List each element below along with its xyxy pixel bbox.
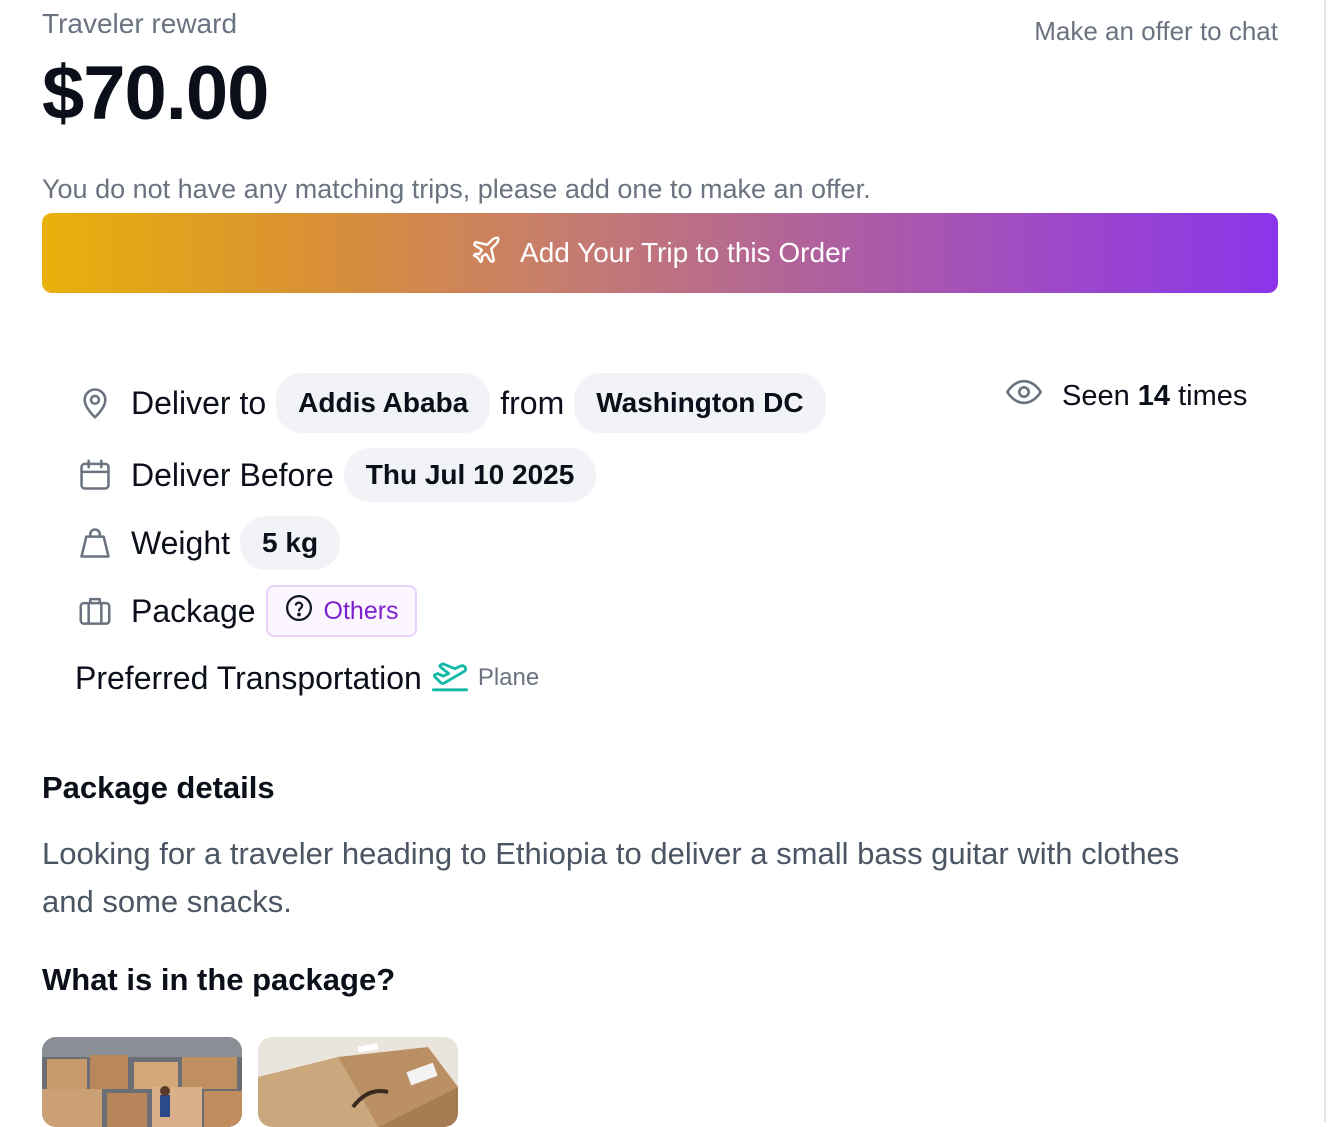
deliver-before-row: Deliver Before Thu Jul 10 2025	[75, 448, 606, 502]
make-offer-chat-link[interactable]: Make an offer to chat	[1034, 16, 1278, 47]
deliver-before-label: Deliver Before	[131, 456, 334, 493]
plane-icon	[470, 234, 502, 273]
package-image-1[interactable]	[42, 1037, 242, 1127]
transport-mode: Plane	[477, 664, 540, 691]
deliver-to-row: Deliver to Addis Ababa from Washington D…	[75, 373, 836, 433]
package-image-2[interactable]	[258, 1037, 458, 1127]
preferred-transportation: Preferred Transportation Plane	[75, 654, 539, 702]
transport-label: Preferred Transportation	[75, 659, 422, 696]
weight-value-pill: 5 kg	[240, 516, 341, 570]
add-trip-button-label: Add Your Trip to this Order	[520, 237, 850, 268]
package-details-heading: Package details	[42, 770, 275, 805]
from-label: from	[500, 384, 565, 421]
weight-row: Weight 5 kg	[75, 516, 350, 570]
origin-pill: Washington DC	[574, 373, 826, 433]
luggage-icon	[75, 591, 115, 631]
scrollbar-track	[1324, 0, 1326, 1122]
package-type-badge: Others	[265, 585, 417, 637]
calendar-icon	[75, 455, 115, 495]
package-contents-heading: What is in the package?	[42, 962, 396, 997]
reward-amount: $70.00	[42, 51, 269, 136]
package-label: Package	[131, 592, 256, 629]
weight-bag-icon	[75, 523, 115, 563]
view-count: Seen 14 times	[1004, 372, 1247, 420]
warehouse-boxes-photo	[42, 1037, 242, 1127]
eye-icon	[1004, 372, 1044, 420]
seen-prefix: Seen	[1062, 379, 1130, 412]
package-row: Package Others	[75, 585, 417, 637]
plane-takeoff-icon	[422, 654, 470, 702]
seen-count: 14	[1137, 379, 1171, 412]
reward-label: Traveler reward	[42, 8, 238, 39]
deliver-before-date-pill: Thu Jul 10 2025	[343, 448, 597, 502]
deliver-to-label: Deliver to	[131, 384, 267, 421]
cardboard-box-photo	[258, 1037, 458, 1127]
destination-pill: Addis Ababa	[276, 373, 491, 433]
weight-label: Weight	[131, 524, 231, 561]
seen-suffix: times	[1178, 379, 1248, 412]
add-trip-button[interactable]: Add Your Trip to this Order	[42, 213, 1278, 293]
help-circle-icon	[284, 593, 314, 630]
no-trips-notice: You do not have any matching trips, plea…	[42, 174, 871, 204]
map-pin-icon	[75, 383, 115, 423]
package-type-text: Others	[323, 596, 399, 625]
package-details-text: Looking for a traveler heading to Ethiop…	[42, 836, 1180, 919]
